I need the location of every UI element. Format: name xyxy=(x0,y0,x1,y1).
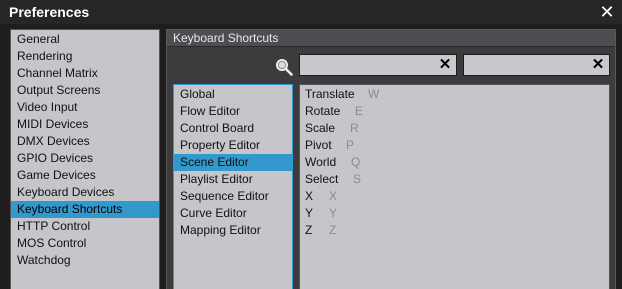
shortcut-key: Z xyxy=(329,223,337,237)
group-item-control-board[interactable]: Control Board xyxy=(174,120,292,137)
window-title: Preferences xyxy=(9,4,90,20)
key-filter-field[interactable]: ✕ xyxy=(463,54,610,76)
category-item-channel-matrix[interactable]: Channel Matrix xyxy=(11,65,159,82)
shortcut-row[interactable]: Z Z xyxy=(300,222,609,239)
shortcut-key: E xyxy=(355,104,364,118)
shortcut-key: W xyxy=(368,87,380,101)
category-item-dmx-devices[interactable]: DMX Devices xyxy=(11,133,159,150)
category-item-rendering[interactable]: Rendering xyxy=(11,48,159,65)
category-item-mos-control[interactable]: MOS Control xyxy=(11,235,159,252)
shortcut-name: Z xyxy=(305,223,313,237)
shortcut-name: Scale xyxy=(305,121,336,135)
category-item-keyboard-shortcuts[interactable]: Keyboard Shortcuts xyxy=(11,201,159,218)
clear-icon[interactable]: ✕ xyxy=(437,56,453,74)
group-item-scene-editor[interactable]: Scene Editor xyxy=(174,154,292,171)
shortcut-name: Translate xyxy=(305,87,355,101)
shortcut-row[interactable]: Pivot P xyxy=(300,137,609,154)
shortcut-row[interactable]: Select S xyxy=(300,171,609,188)
shortcut-name: Rotate xyxy=(305,104,341,118)
shortcut-key: R xyxy=(350,121,359,135)
shortcut-key: S xyxy=(353,172,362,186)
shortcut-name: Pivot xyxy=(305,138,332,152)
search-input[interactable] xyxy=(302,57,436,73)
category-item-http-control[interactable]: HTTP Control xyxy=(11,218,159,235)
shortcut-key: P xyxy=(346,138,355,152)
group-item-flow-editor[interactable]: Flow Editor xyxy=(174,103,292,120)
search-field[interactable]: ✕ xyxy=(299,54,457,76)
shortcut-key: Y xyxy=(329,206,338,220)
group-item-sequence-editor[interactable]: Sequence Editor xyxy=(174,188,292,205)
group-item-mapping-editor[interactable]: Mapping Editor xyxy=(174,222,292,239)
shortcut-key: X xyxy=(329,189,338,203)
key-filter-input[interactable] xyxy=(466,57,589,73)
shortcut-name: X xyxy=(305,189,314,203)
category-item-watchdog[interactable]: Watchdog xyxy=(11,252,159,269)
shortcut-key: Q xyxy=(351,155,361,169)
group-item-curve-editor[interactable]: Curve Editor xyxy=(174,205,292,222)
category-list: General Rendering Channel Matrix Output … xyxy=(10,29,160,289)
title-bar: Preferences ✕ xyxy=(0,0,622,24)
category-item-game-devices[interactable]: Game Devices xyxy=(11,167,159,184)
shortcut-row[interactable]: X X xyxy=(300,188,609,205)
category-item-keyboard-devices[interactable]: Keyboard Devices xyxy=(11,184,159,201)
shortcut-name: World xyxy=(305,155,337,169)
group-item-property-editor[interactable]: Property Editor xyxy=(174,137,292,154)
shortcut-row[interactable]: Scale R xyxy=(300,120,609,137)
shortcut-list: Translate W Rotate E Scale R Pivot P Wor… xyxy=(299,84,610,289)
group-item-global[interactable]: Global xyxy=(174,86,292,103)
category-item-gpio-devices[interactable]: GPIO Devices xyxy=(11,150,159,167)
shortcut-group-list: Global Flow Editor Control Board Propert… xyxy=(173,84,293,289)
category-item-midi-devices[interactable]: MIDI Devices xyxy=(11,116,159,133)
shortcut-name: Y xyxy=(305,206,314,220)
category-item-output-screens[interactable]: Output Screens xyxy=(11,82,159,99)
shortcut-row[interactable]: World Q xyxy=(300,154,609,171)
shortcut-name: Select xyxy=(305,172,339,186)
shortcut-row[interactable]: Rotate E xyxy=(300,103,609,120)
close-icon[interactable]: ✕ xyxy=(597,2,617,22)
group-item-playlist-editor[interactable]: Playlist Editor xyxy=(174,171,292,188)
clear-icon[interactable]: ✕ xyxy=(590,56,606,74)
shortcut-row[interactable]: Y Y xyxy=(300,205,609,222)
search-icon xyxy=(276,59,293,76)
panel-header: Keyboard Shortcuts xyxy=(167,30,615,47)
category-item-general[interactable]: General xyxy=(11,31,159,48)
shortcut-row[interactable]: Translate W xyxy=(300,86,609,103)
category-item-video-input[interactable]: Video Input xyxy=(11,99,159,116)
